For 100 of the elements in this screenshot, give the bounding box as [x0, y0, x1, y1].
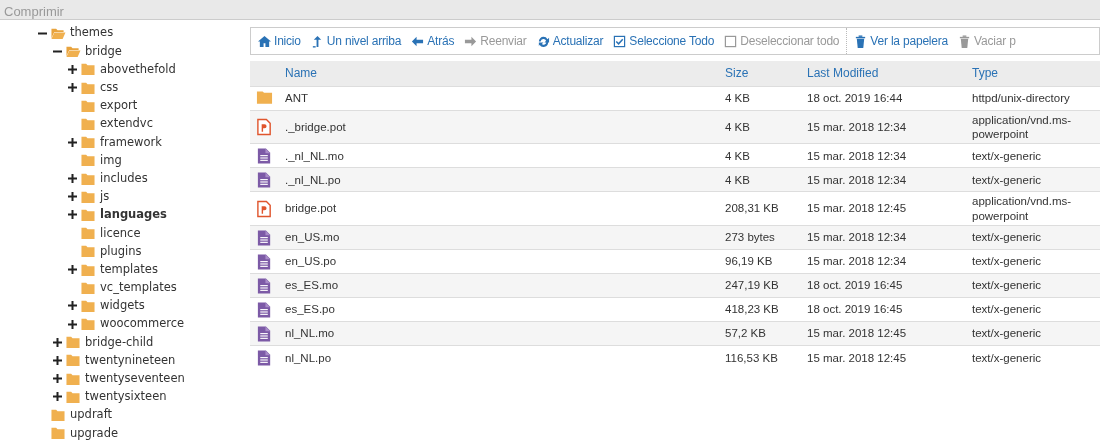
left-arrow-icon — [411, 34, 425, 48]
powerpoint-file-icon — [256, 117, 273, 136]
folder-tree-item[interactable]: js — [100, 188, 110, 206]
folder-tree-item[interactable]: languages — [100, 206, 167, 224]
folder-tree-item[interactable]: includes — [100, 169, 148, 188]
file-name[interactable]: es_ES.mo — [285, 279, 339, 292]
folder-icon — [65, 353, 81, 368]
modified-date: 18 oct. 2019 16:44 — [807, 91, 903, 104]
file-name[interactable]: nl_NL.mo — [285, 327, 335, 340]
folder-tree-item[interactable]: bridge-child — [85, 333, 154, 351]
folder-tree-item[interactable]: twentyseventeen — [85, 370, 185, 388]
text-file-icon — [256, 146, 273, 165]
file-size: 57,2 KB — [725, 327, 766, 340]
text-file-icon — [256, 276, 273, 295]
expand-icon[interactable] — [68, 137, 77, 147]
modified-date: 15 mar. 2018 12:45 — [807, 351, 907, 364]
expand-icon[interactable] — [68, 301, 77, 311]
toolbar-button[interactable]: Actualizar — [531, 30, 609, 52]
folder-tree-item[interactable]: updraft — [70, 406, 113, 424]
column-header[interactable]: Name — [285, 66, 317, 81]
expand-icon[interactable] — [68, 319, 77, 329]
modified-date: 15 mar. 2018 12:34 — [807, 173, 907, 186]
toolbar-button[interactable]: Seleccione Todo — [608, 30, 720, 52]
expand-icon[interactable] — [68, 64, 77, 74]
mime-type: text/x-generic — [972, 327, 1042, 340]
mime-type: text/x-generic — [972, 351, 1042, 364]
empty-box-icon — [724, 34, 738, 48]
folder-tree-item[interactable]: framework — [100, 133, 162, 151]
folder-tree-item[interactable]: licence — [100, 224, 141, 242]
folder-tree-item[interactable]: export — [100, 97, 138, 115]
file-name[interactable]: bridge.pot — [285, 202, 337, 215]
toolbar-button[interactable]: Un nivel arriba — [305, 30, 407, 52]
folder-tree-item[interactable]: plugins — [100, 242, 142, 260]
folder-tree-item[interactable]: vc_templates — [100, 279, 177, 297]
folder-icon — [80, 98, 96, 113]
folder-icon — [80, 262, 96, 277]
expand-icon[interactable] — [68, 83, 77, 93]
file-name[interactable]: ANT — [285, 91, 308, 104]
folder-icon — [80, 280, 96, 295]
expand-icon[interactable] — [68, 174, 77, 184]
mime-type: httpd/unix-directory — [972, 91, 1070, 104]
file-name[interactable]: ._nl_NL.mo — [285, 149, 344, 162]
mime-type: text/x-generic — [972, 303, 1042, 316]
expand-icon[interactable] — [68, 192, 77, 202]
folder-icon — [80, 207, 96, 222]
text-file-icon — [256, 170, 273, 189]
folder-tree-item[interactable]: woocommerce — [100, 315, 185, 333]
folder-tree-item[interactable]: upgrade — [70, 424, 119, 442]
file-name[interactable]: es_ES.po — [285, 303, 335, 316]
mime-type: text/x-generic — [972, 279, 1042, 292]
expand-icon[interactable] — [68, 210, 77, 220]
up-arrow-icon — [310, 34, 324, 48]
folder-tree-item[interactable]: widgets — [100, 297, 145, 315]
folder-icon — [65, 44, 81, 59]
file-name[interactable]: nl_NL.po — [285, 351, 332, 364]
trash-icon — [958, 34, 972, 48]
toolbar-button[interactable]: Ver la papelera — [849, 30, 954, 52]
file-size: 208,31 KB — [725, 202, 779, 215]
expand-icon[interactable] — [53, 337, 62, 347]
mime-type: text/x-generic — [972, 231, 1042, 244]
powerpoint-file-icon — [256, 199, 273, 218]
folder-tree-item[interactable]: extendvc — [100, 115, 153, 133]
expand-icon[interactable] — [53, 392, 62, 402]
toolbar-button[interactable]: Atrás — [406, 30, 460, 52]
mime-type: application/vnd.ms-powerpoint — [972, 113, 1072, 140]
modified-date: 15 mar. 2018 12:34 — [807, 231, 907, 244]
right-arrow-icon — [464, 34, 478, 48]
toolbar-button[interactable]: Inicio — [253, 30, 306, 52]
folder-tree-item[interactable]: css — [100, 79, 119, 97]
file-name[interactable]: ._bridge.pot — [285, 120, 346, 133]
text-file-icon — [256, 324, 273, 343]
file-size: 418,23 KB — [725, 303, 779, 316]
column-header[interactable]: Size — [725, 66, 749, 81]
expand-icon[interactable] — [68, 265, 77, 275]
folder-tree-item[interactable]: themes — [70, 24, 114, 42]
file-size: 96,19 KB — [725, 255, 773, 268]
file-size: 4 KB — [725, 91, 750, 104]
folder-icon — [80, 171, 96, 186]
folder-tree-item[interactable]: bridge — [85, 42, 122, 60]
expand-icon[interactable] — [53, 374, 62, 384]
folder-icon — [80, 153, 96, 168]
column-header[interactable]: Type — [972, 66, 998, 81]
modified-date: 18 oct. 2019 16:45 — [807, 279, 903, 292]
file-name[interactable]: ._nl_NL.po — [285, 173, 341, 186]
mime-type: text/x-generic — [972, 255, 1042, 268]
folder-icon — [80, 298, 96, 313]
refresh-icon — [536, 34, 550, 48]
folder-tree-item[interactable]: twentysixteen — [85, 388, 167, 406]
folder-tree-item[interactable]: img — [100, 151, 122, 170]
file-name[interactable]: en_US.po — [285, 255, 337, 268]
folder-tree-item[interactable]: twentynineteen — [85, 351, 176, 370]
folder-icon — [80, 80, 96, 95]
folder-tree-item[interactable]: templates — [100, 260, 158, 279]
file-name[interactable]: en_US.mo — [285, 231, 340, 244]
modified-date: 18 oct. 2019 16:45 — [807, 303, 903, 316]
file-size: 4 KB — [725, 120, 750, 133]
expand-icon[interactable] — [53, 355, 62, 365]
folder-icon — [65, 389, 81, 404]
folder-tree-item[interactable]: abovethefold — [100, 60, 176, 79]
file-size: 4 KB — [725, 173, 750, 186]
